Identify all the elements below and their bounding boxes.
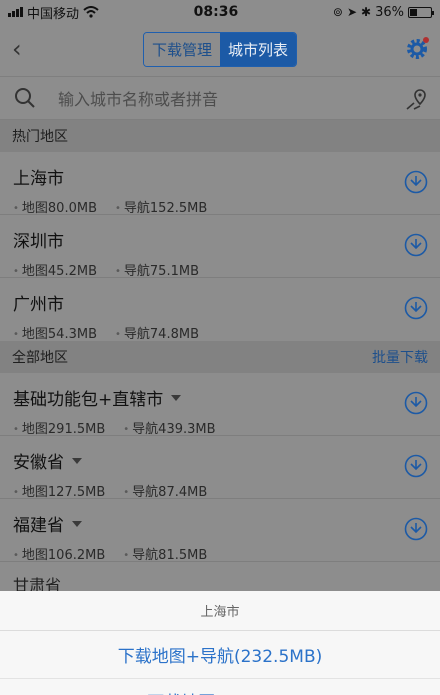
expand-caret-icon[interactable] xyxy=(72,457,82,464)
section-hot-header: 热门地区 xyxy=(0,120,440,152)
signal-icon xyxy=(8,7,23,17)
clock: 08:36 xyxy=(193,4,239,20)
search-icon xyxy=(15,88,35,108)
nav-size: 导航152.5MB xyxy=(115,197,207,216)
back-chevron-icon[interactable]: ‹ xyxy=(12,35,22,63)
section-all-header: 全部地区 批量下载 xyxy=(0,341,440,373)
map-size: 地图54.3MB xyxy=(13,323,97,342)
locate-pin-icon[interactable] xyxy=(404,87,430,113)
section-hot-title: 热门地区 xyxy=(12,129,68,145)
region-row-basic-pack[interactable]: 基础功能包+直辖市 地图291.5MB 导航439.3MB xyxy=(0,373,440,437)
download-icon[interactable] xyxy=(404,170,428,194)
settings-gear-icon[interactable] xyxy=(404,36,430,62)
download-icon[interactable] xyxy=(404,233,428,257)
city-row-guangzhou[interactable]: 广州市 地图54.3MB 导航74.8MB xyxy=(0,278,440,342)
region-row-fujian[interactable]: 福建省 地图106.2MB 导航81.5MB xyxy=(0,499,440,563)
bluetooth-icon: ✱ xyxy=(361,5,372,19)
search-bar[interactable]: 输入城市名称或者拼音 xyxy=(0,76,440,120)
city-row-shenzhen[interactable]: 深圳市 地图45.2MB 导航75.1MB xyxy=(0,215,440,279)
region-row-anhui[interactable]: 安徽省 地图127.5MB 导航87.4MB xyxy=(0,436,440,500)
tab-city-list[interactable]: 城市列表 xyxy=(220,32,297,66)
segmented-control: 下载管理 城市列表 xyxy=(142,31,298,67)
nav-size: 导航81.5MB xyxy=(123,544,207,563)
wifi-icon xyxy=(83,6,99,18)
city-name: 广州市 xyxy=(13,295,64,315)
city-name: 深圳市 xyxy=(13,232,64,252)
map-size: 地图45.2MB xyxy=(13,260,97,279)
status-bar: 中国移动 08:36 ⊚ ➤ ✱ 36% xyxy=(0,0,440,24)
nav-size: 导航75.1MB xyxy=(115,260,199,279)
rotation-lock-icon: ⊚ xyxy=(332,5,343,19)
map-size: 地图291.5MB xyxy=(13,418,105,437)
city-name: 上海市 xyxy=(13,169,64,189)
battery-icon xyxy=(408,6,434,18)
region-name: 基础功能包+直辖市 xyxy=(13,390,164,410)
action-sheet: 上海市 下载地图+导航(232.5MB) 下载地图(80.0MB) xyxy=(0,591,440,695)
expand-caret-icon[interactable] xyxy=(72,520,82,527)
location-arrow-icon: ➤ xyxy=(346,5,358,19)
city-row-shanghai[interactable]: 上海市 地图80.0MB 导航152.5MB xyxy=(0,152,440,216)
nav-size: 导航87.4MB xyxy=(123,481,207,500)
tab-download-manage[interactable]: 下载管理 xyxy=(143,32,220,66)
download-map-only-button[interactable]: 下载地图(80.0MB) xyxy=(0,679,440,695)
battery-percent: 36% xyxy=(375,4,404,20)
nav-bar: ‹ 下载管理 城市列表 xyxy=(0,24,440,74)
nav-size: 导航439.3MB xyxy=(123,418,215,437)
batch-download-link[interactable]: 批量下载 xyxy=(372,347,428,367)
map-size: 地图80.0MB xyxy=(13,197,97,216)
download-icon[interactable] xyxy=(404,517,428,541)
nav-size: 导航74.8MB xyxy=(115,323,199,342)
section-all-title: 全部地区 xyxy=(12,350,68,366)
map-size: 地图106.2MB xyxy=(13,544,105,563)
download-icon[interactable] xyxy=(404,454,428,478)
expand-caret-icon[interactable] xyxy=(171,394,182,401)
carrier-name: 中国移动 xyxy=(27,6,80,22)
download-icon[interactable] xyxy=(404,296,428,320)
action-sheet-title: 上海市 xyxy=(0,591,440,631)
download-map-nav-button[interactable]: 下载地图+导航(232.5MB) xyxy=(0,631,440,679)
search-input[interactable]: 输入城市名称或者拼音 xyxy=(58,86,218,110)
download-icon[interactable] xyxy=(404,391,428,415)
region-name: 安徽省 xyxy=(13,453,64,473)
map-size: 地图127.5MB xyxy=(13,481,105,500)
region-name: 福建省 xyxy=(13,516,64,536)
